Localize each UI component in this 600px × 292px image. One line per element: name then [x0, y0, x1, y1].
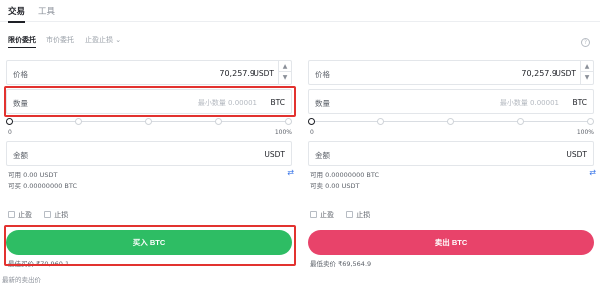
buy-percent-slider[interactable] — [6, 117, 292, 127]
increment-icon[interactable]: ▲ — [581, 61, 593, 72]
sell-btc-button[interactable]: 卖出 BTC — [308, 230, 594, 255]
sell-percent-slider[interactable] — [308, 117, 594, 127]
buy-slider-labels: 0 100% — [6, 129, 292, 138]
buy-total-unit: USDT — [264, 150, 285, 159]
slider-mark-100[interactable] — [587, 118, 594, 125]
checkbox-icon — [8, 211, 15, 218]
increment-icon[interactable]: ▲ — [279, 61, 291, 72]
decrement-icon[interactable]: ▼ — [279, 72, 291, 83]
slider-mark-75[interactable] — [517, 118, 524, 125]
buy-tp-sl-options: 止盈 止损 — [8, 210, 78, 220]
sell-amount-label: 数量 — [315, 99, 330, 108]
sell-slider-labels: 0 100% — [308, 129, 594, 138]
buy-amount-field[interactable]: 数量 最小数量 0.00001 BTC — [6, 89, 292, 114]
slider-mark-50[interactable] — [145, 118, 152, 125]
buy-price-field[interactable]: 价格 70,257.9 USDT ▲ ▼ — [6, 60, 292, 85]
slider-min-label: 0 — [310, 129, 314, 136]
buy-can-buy: 可买 0.00000000 BTC — [8, 182, 78, 190]
slider-max-label: 100% — [274, 129, 292, 136]
buy-amount-placeholder[interactable]: 最小数量 0.00001 — [198, 98, 257, 108]
slider-max-label: 100% — [576, 129, 594, 136]
slider-mark-25[interactable] — [75, 118, 82, 125]
transfer-icon[interactable]: ⇄ — [287, 168, 294, 177]
buy-amount-label: 数量 — [13, 99, 28, 108]
buy-price-label: 价格 — [13, 70, 28, 79]
sell-amount-field[interactable]: 数量 最小数量 0.00001 BTC — [308, 89, 594, 114]
slider-handle[interactable] — [6, 118, 13, 125]
sell-total-unit: USDT — [566, 150, 587, 159]
buy-price-unit: USDT — [253, 69, 274, 78]
decrement-icon[interactable]: ▼ — [581, 72, 593, 83]
slider-mark-25[interactable] — [377, 118, 384, 125]
buy-best-price: 最佳买价 ₹70,960.1 — [8, 260, 70, 268]
buy-total-label: 金额 — [13, 151, 28, 160]
sell-price-field[interactable]: 价格 70,257.9 USDT ▲ ▼ — [308, 60, 594, 85]
slider-mark-50[interactable] — [447, 118, 454, 125]
sell-can-sell: 可卖 0.00 USDT — [310, 182, 360, 190]
checkbox-icon — [44, 211, 52, 218]
footnote: 最新的卖出价 — [2, 276, 41, 284]
slider-mark-100[interactable] — [285, 118, 292, 125]
buy-btc-button[interactable]: 买入 BTC — [6, 230, 292, 255]
sell-total-field[interactable]: 金额 USDT — [308, 141, 594, 166]
transfer-icon[interactable]: ⇄ — [589, 168, 596, 177]
sell-tp-sl-options: 止盈 止损 — [310, 210, 380, 220]
sell-amount-unit: BTC — [572, 98, 587, 107]
sell-stop-loss-checkbox[interactable]: 止损 — [346, 210, 370, 220]
sell-total-label: 金额 — [315, 151, 330, 160]
buy-panel: 价格 70,257.9 USDT ▲ ▼ 数量 最小数量 0.00001 BTC… — [6, 0, 296, 292]
slider-mark-75[interactable] — [215, 118, 222, 125]
buy-available: 可用 0.00 USDT — [8, 171, 58, 179]
buy-amount-unit: BTC — [270, 98, 285, 107]
checkbox-icon — [310, 211, 317, 218]
buy-take-profit-label: 止盈 — [18, 211, 32, 219]
slider-handle[interactable] — [308, 118, 315, 125]
buy-price-value[interactable]: 70,257.9 — [219, 69, 255, 78]
sell-price-value[interactable]: 70,257.9 — [521, 69, 557, 78]
sell-stop-loss-label: 止损 — [356, 211, 371, 219]
sell-price-label: 价格 — [315, 70, 330, 79]
buy-take-profit-checkbox[interactable]: 止盈 — [8, 210, 32, 220]
sell-price-stepper[interactable]: ▲ ▼ — [580, 61, 593, 84]
buy-price-stepper[interactable]: ▲ ▼ — [278, 61, 291, 84]
sell-amount-placeholder[interactable]: 最小数量 0.00001 — [500, 98, 559, 108]
sell-panel: 价格 70,257.9 USDT ▲ ▼ 数量 最小数量 0.00001 BTC… — [308, 0, 598, 292]
sell-best-price: 最低卖价 ₹69,564.9 — [310, 260, 372, 268]
slider-min-label: 0 — [8, 129, 12, 136]
checkbox-icon — [346, 211, 354, 218]
sell-take-profit-checkbox[interactable]: 止盈 — [310, 210, 334, 220]
sell-available: 可用 0.00000000 BTC — [310, 171, 380, 179]
buy-total-field[interactable]: 金额 USDT — [6, 141, 292, 166]
sell-take-profit-label: 止盈 — [320, 211, 334, 219]
buy-stop-loss-checkbox[interactable]: 止损 — [44, 210, 68, 220]
buy-stop-loss-label: 止损 — [54, 211, 69, 219]
sell-price-unit: USDT — [555, 69, 576, 78]
